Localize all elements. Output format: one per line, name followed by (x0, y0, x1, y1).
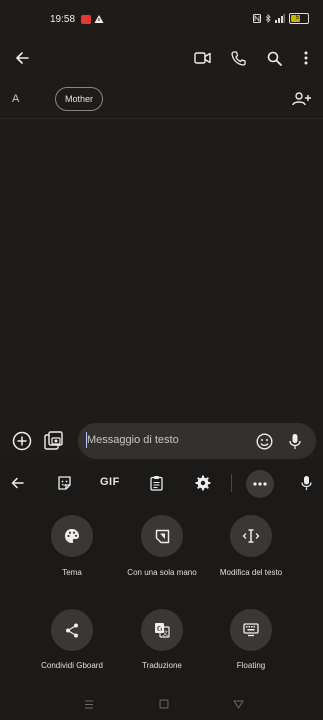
share-gboard-label: Condividi Gboard (41, 661, 103, 670)
mic-icon (300, 476, 312, 490)
phone-icon (230, 50, 246, 66)
floating-keyboard-button[interactable] (230, 609, 272, 651)
arrow-back-icon (16, 52, 29, 64)
recipient-initial: A (12, 93, 20, 105)
add-circle-icon (12, 431, 32, 451)
gif-button[interactable]: GIF (100, 476, 120, 488)
share-icon (66, 623, 78, 637)
arrow-back-icon (11, 477, 24, 489)
gallery-button[interactable] (42, 429, 66, 453)
text-cursor-icon (242, 529, 260, 543)
gear-icon (195, 475, 211, 491)
floating-keyboard-icon (243, 623, 259, 637)
one-hand-icon (155, 529, 169, 543)
keyboard-settings-button[interactable] (192, 472, 214, 494)
clipboard-icon (149, 476, 163, 491)
recipient-chip[interactable]: Mother (55, 87, 104, 111)
text-editing-button[interactable] (230, 515, 272, 557)
signal-icon (275, 14, 285, 23)
video-call-button[interactable] (190, 46, 214, 70)
one-hand-mode-button[interactable] (141, 515, 183, 557)
add-attachment-button[interactable] (10, 429, 34, 453)
clipboard-button[interactable] (145, 472, 167, 494)
more-horiz-icon (253, 482, 267, 486)
notification-app-icon (81, 15, 91, 24)
add-recipient-button[interactable] (290, 88, 314, 110)
text-editing-label: Modifica del testo (219, 568, 283, 577)
translate-label: Traduzione (142, 661, 182, 670)
status-icons: 57 (253, 13, 309, 24)
recents-nav-button[interactable] (78, 694, 100, 714)
toolbar-divider (231, 474, 232, 492)
battery-level: 57 (295, 15, 303, 21)
menu-lines-icon (85, 700, 93, 708)
phone-call-button[interactable] (226, 46, 250, 70)
floating-keyboard-label: Floating (236, 661, 266, 670)
translate-icon: G文 (155, 623, 170, 638)
voice-input-button[interactable] (284, 429, 306, 453)
bluetooth-icon (265, 14, 271, 23)
gallery-camera-icon (44, 431, 63, 450)
theme-button[interactable] (51, 515, 93, 557)
search-icon (267, 51, 282, 66)
keyboard-panel (0, 462, 323, 720)
back-nav-button[interactable] (227, 694, 249, 714)
app-bar (0, 40, 323, 76)
svg-text:文: 文 (162, 629, 168, 637)
triangle-back-icon (233, 700, 243, 708)
home-nav-button[interactable] (153, 694, 175, 714)
more-vert-icon (304, 51, 308, 65)
nfc-icon (253, 14, 261, 23)
search-button[interactable] (262, 46, 286, 70)
emoji-button[interactable] (253, 430, 275, 452)
more-options-button[interactable] (296, 46, 316, 70)
add-person-icon (292, 92, 311, 106)
square-icon (159, 699, 169, 709)
more-tools-button[interactable] (246, 470, 274, 498)
mic-icon (289, 433, 301, 449)
sticker-icon (57, 475, 71, 490)
sticker-button[interactable] (53, 472, 75, 494)
status-bar: 19:58 57 (0, 0, 323, 40)
share-gboard-button[interactable] (51, 609, 93, 651)
system-nav-bar (0, 690, 323, 720)
battery-indicator: 57 (289, 13, 309, 24)
palette-icon (65, 529, 79, 543)
warning-icon (94, 14, 104, 24)
one-hand-mode-label: Con una sola mano (127, 568, 197, 577)
translate-button[interactable]: G文 (141, 609, 183, 651)
conversation-area (0, 119, 323, 419)
back-button[interactable] (10, 46, 34, 70)
video-camera-icon (193, 52, 211, 64)
theme-label: Tema (62, 568, 82, 577)
message-placeholder: Messaggio di testo (87, 434, 179, 446)
emoji-icon (255, 432, 273, 450)
keyboard-back-button[interactable] (6, 472, 28, 494)
status-time: 19:58 (50, 14, 76, 25)
keyboard-voice-button[interactable] (296, 472, 316, 494)
